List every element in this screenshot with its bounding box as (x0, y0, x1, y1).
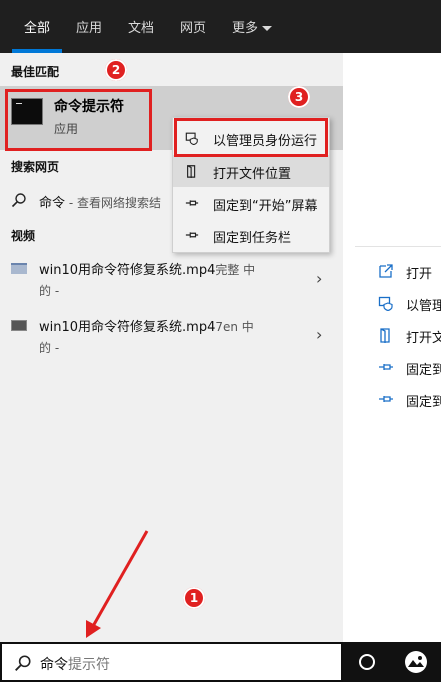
open-icon (379, 264, 393, 278)
menu-item-pin-to-taskbar[interactable]: 固定到任务栏 (173, 219, 329, 251)
menu-item-pin-to-start[interactable]: 固定到“开始”屏幕 (173, 187, 329, 219)
folder-icon (380, 328, 390, 343)
video-second-line: 的 - (39, 341, 60, 355)
tab-all[interactable]: 全部 (24, 17, 50, 36)
taskbar (343, 642, 441, 682)
menu-item-open-file-location[interactable]: 打开文件位置 (173, 155, 329, 187)
search-icon (11, 193, 26, 208)
annotation-badge-2: 2 (105, 59, 127, 81)
search-tab-bar: 全部 应用 文档 网页 更多 (0, 0, 441, 53)
right-action-pin-taskbar[interactable]: 固定到 (406, 391, 441, 410)
menu-item-label: 打开文件位置 (213, 167, 292, 182)
section-videos: 视频 (11, 229, 36, 243)
video-tag: 7en 中 (215, 320, 254, 334)
search-icon (15, 655, 31, 671)
section-web-search: 搜索网页 (11, 160, 60, 174)
taskbar-app-icon[interactable] (403, 650, 429, 674)
pin-icon (185, 200, 199, 206)
tab-more-label: 更多 (232, 21, 259, 36)
annotation-badge-3: 3 (288, 86, 310, 108)
web-search-query: 命令 (39, 196, 66, 211)
tab-more[interactable]: 更多 (232, 17, 273, 36)
video-thumbnail-icon (11, 320, 27, 331)
chevron-right-icon[interactable]: › (316, 325, 322, 344)
video-title: win10用命令符修复系统.mp4 (39, 263, 216, 278)
search-box[interactable]: 命令提示符 (0, 642, 343, 682)
tab-documents[interactable]: 文档 (128, 17, 154, 36)
pin-icon (379, 364, 393, 370)
right-action-open[interactable]: 打开 (406, 263, 432, 282)
detail-divider (355, 246, 441, 247)
cortana-icon[interactable] (359, 654, 375, 670)
search-input[interactable]: 命令提示符 (40, 654, 110, 674)
search-typed-text: 命令 (40, 657, 68, 673)
tab-apps[interactable]: 应用 (76, 17, 102, 36)
video-thumbnail-icon (11, 263, 27, 274)
menu-item-label: 固定到任务栏 (213, 231, 292, 246)
chevron-down-icon (262, 26, 273, 31)
pin-icon (379, 396, 393, 402)
video-second-line: 的 - (39, 284, 60, 298)
menu-item-label: 固定到“开始”屏幕 (213, 199, 318, 214)
web-search-text: 命令 - 查看网络搜索结 (39, 192, 161, 211)
section-best-match: 最佳匹配 (11, 65, 60, 79)
annotation-box-run-as-admin (174, 118, 328, 157)
web-search-suffix: - 查看网络搜索结 (65, 196, 161, 210)
right-action-run-as-admin[interactable]: 以管理 (406, 295, 441, 314)
video-title: win10用命令符修复系统.mp4 (39, 320, 216, 335)
right-action-pin-start[interactable]: 固定到 (406, 359, 441, 378)
search-autocomplete: 提示符 (68, 657, 110, 673)
video-title-line: win10用命令符修复系统.mp4完整 中 (39, 259, 255, 278)
annotation-box-best-match (5, 89, 152, 151)
right-action-open-location[interactable]: 打开文 (406, 327, 441, 346)
tab-web[interactable]: 网页 (180, 17, 206, 36)
chevron-right-icon[interactable]: › (316, 269, 322, 288)
shield-icon (378, 296, 393, 311)
annotation-badge-1: 1 (183, 587, 205, 609)
video-tag: 完整 中 (215, 263, 256, 277)
pin-icon (185, 232, 199, 238)
detail-panel (343, 53, 441, 642)
folder-icon (187, 165, 196, 178)
video-title-line: win10用命令符修复系统.mp47en 中 (39, 316, 254, 335)
